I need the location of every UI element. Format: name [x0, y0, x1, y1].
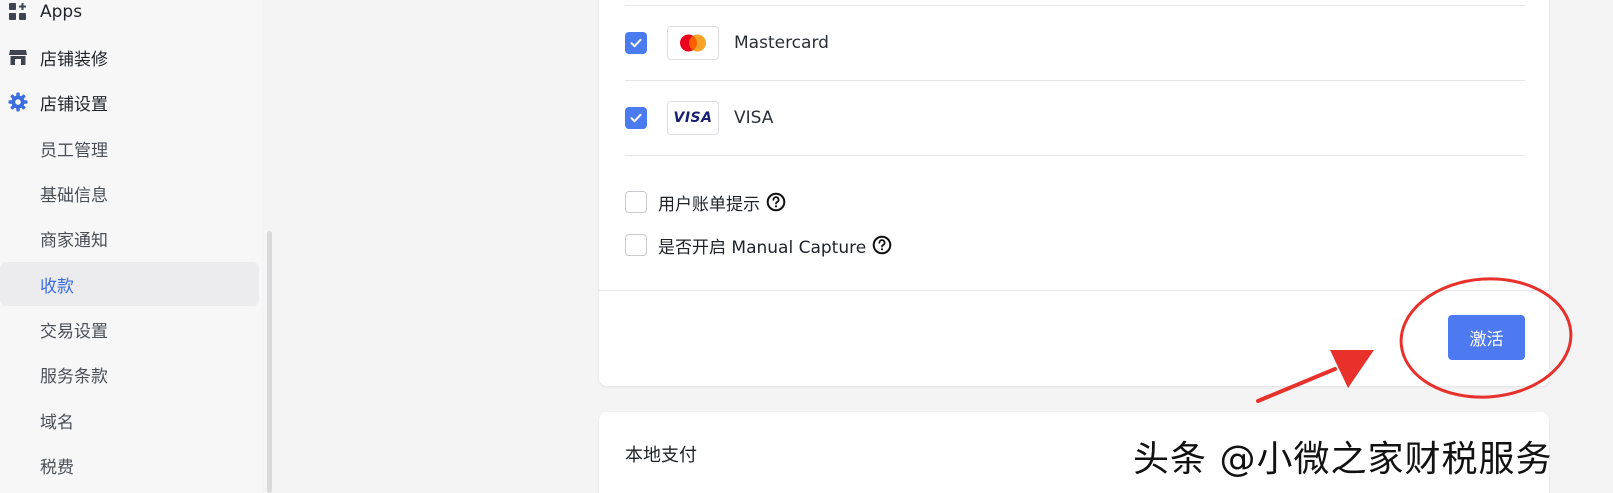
watermark: 头条 @小微之家财税服务	[1133, 439, 1553, 480]
annotation-arrow	[1256, 350, 1374, 403]
annotation-overlay	[1256, 277, 1573, 403]
annotation-circle	[1399, 277, 1573, 399]
